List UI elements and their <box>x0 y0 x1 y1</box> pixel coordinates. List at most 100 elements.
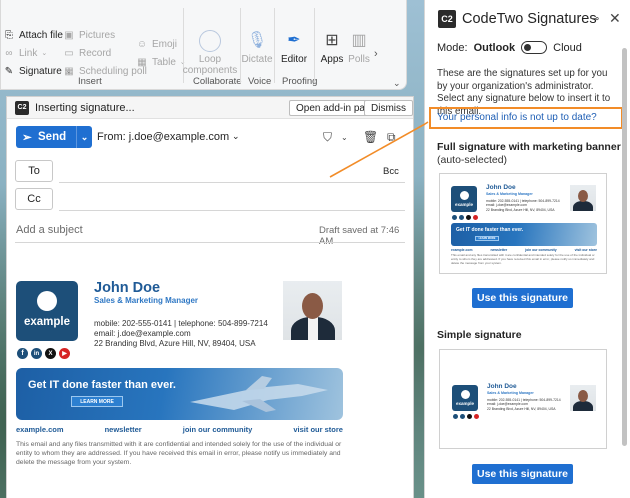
preview-photo <box>570 385 596 411</box>
codetwo-icon: C2 <box>15 100 29 115</box>
pane-scrollbar[interactable] <box>622 48 627 446</box>
send-options-chevron-icon[interactable]: ⌄ <box>76 126 92 148</box>
info-bar-text: Inserting signature... <box>35 101 135 114</box>
microphone-icon: 🎙 <box>246 32 268 49</box>
popout-icon[interactable]: ⧉ <box>387 130 396 145</box>
dictate-button[interactable]: 🎙 Dictate <box>237 30 277 65</box>
discard-trash-icon[interactable]: 🗑 <box>363 130 378 144</box>
cc-button[interactable]: Cc <box>15 188 53 210</box>
addin-info-bar: C2 Inserting signature... Open add-in pa… <box>7 97 413 119</box>
ribbon: ⎘ Attach file ⌄ ∞ Link ⌄ ✎ Signature ⌄ ▣ Pi… <box>0 0 407 90</box>
jet-image <box>190 376 328 412</box>
preview-logo: example <box>451 186 477 212</box>
preview-contact: mobile: 202-555-0141 | telephone: 504-89… <box>486 199 560 212</box>
insert-col-3: ☺ Emoji ▦ Table⌄ <box>136 35 186 71</box>
sig-email-line: email: j.doe@example.com <box>94 329 191 338</box>
sig-link-website[interactable]: example.com <box>16 425 64 434</box>
pictures-button[interactable]: ▣ Pictures <box>63 26 147 44</box>
table-button[interactable]: ▦ Table⌄ <box>136 53 186 71</box>
photo-shirt <box>308 317 318 340</box>
x-icon <box>466 215 471 220</box>
sig-phone-line: mobile: 202-555-0141 | telephone: 504-89… <box>94 319 268 328</box>
mode-outlook-label: Outlook <box>473 41 516 54</box>
insert-col-2: ▣ Pictures ▭ Record ▦ Scheduling poll <box>63 26 147 80</box>
facebook-icon[interactable]: f <box>17 348 28 359</box>
link-icon: ∞ <box>5 47 13 59</box>
sensitivity-chevron-icon[interactable]: ⌄ <box>341 133 348 142</box>
sig-link-store[interactable]: visit our store <box>293 425 343 434</box>
cc-row: Cc <box>7 186 413 212</box>
attach-icon: ⎘ <box>5 29 13 41</box>
picture-icon: ▣ <box>64 29 74 41</box>
sig-role: Sales & Marketing Manager <box>94 296 199 305</box>
send-button[interactable]: ➢ Send ⌄ <box>16 126 92 148</box>
preview-photo <box>570 185 596 211</box>
preview-disclaimer: This email and any files transmitted wit… <box>451 253 595 265</box>
record-icon: ▭ <box>64 47 74 59</box>
calendar-icon: ▦ <box>64 65 74 77</box>
subject-input[interactable]: Add a subject <box>16 224 83 236</box>
mode-cloud-label: Cloud <box>553 41 582 54</box>
loop-icon <box>199 30 221 52</box>
close-icon[interactable]: ✕ <box>609 10 621 27</box>
learn-more-button[interactable]: LEARN MORE <box>71 396 123 407</box>
pane-title: CodeTwo Signatures <box>462 11 597 27</box>
bcc-button[interactable]: Bcc <box>383 166 399 177</box>
preview-role: Sales & Marketing Manager <box>486 192 533 196</box>
x-icon[interactable]: X <box>45 348 56 359</box>
apps-grid-icon: ⊞ <box>325 32 339 49</box>
apps-button[interactable]: ⊞ Apps <box>315 30 349 65</box>
linkedin-icon[interactable]: in <box>31 348 42 359</box>
company-logo: example <box>16 281 78 341</box>
facebook-icon <box>452 215 457 220</box>
preview-social-icons <box>452 215 478 220</box>
mode-toggle[interactable] <box>521 41 548 54</box>
emoji-icon: ☺ <box>136 38 148 50</box>
section-full-subtitle: (auto-selected) <box>437 154 508 166</box>
preview-banner: Get IT done faster than ever. LEARN MORE <box>451 223 597 246</box>
to-row: To Bcc <box>7 158 413 184</box>
draft-status: Draft saved at 7:46 AM <box>319 225 400 247</box>
preview-social-icons <box>453 414 479 419</box>
use-full-signature-button[interactable]: Use this signature <box>472 288 573 308</box>
table-icon: ▦ <box>137 56 147 68</box>
youtube-icon <box>473 215 478 220</box>
ribbon-collapse-icon[interactable]: ⌄ <box>393 78 401 89</box>
mode-label: Mode: <box>437 41 468 54</box>
scheduling-poll-button[interactable]: ▦ Scheduling poll <box>63 62 147 80</box>
x-icon <box>467 414 472 419</box>
section-full-title: Full signature with marketing banner <box>437 141 621 153</box>
banner-text: Get IT done faster than ever. <box>28 379 176 391</box>
use-simple-signature-button[interactable]: Use this signature <box>472 464 573 484</box>
polls-button[interactable]: ▥ Polls <box>345 30 373 65</box>
dismiss-button[interactable]: Dismiss <box>364 100 413 116</box>
codetwo-logo-icon: C2 <box>438 10 456 28</box>
sig-address-line: 22 Branding Blvd, Azure Hill, NV, 89404,… <box>94 339 256 348</box>
insert-group-label: Insert <box>78 76 102 87</box>
from-field[interactable]: From: j.doe@example.com <box>97 131 229 143</box>
ribbon-scroll-right-icon[interactable]: › <box>374 48 378 60</box>
preview-name: John Doe <box>486 184 516 191</box>
send-icon: ➢ <box>22 132 32 144</box>
signature-icon: ✎ <box>4 65 14 77</box>
sig-links: example.com newsletter join our communit… <box>16 425 343 434</box>
full-signature-preview[interactable]: example John Doe Sales & Marketing Manag… <box>439 173 607 274</box>
personal-info-link[interactable]: Your personal info is not up to date? <box>437 112 597 123</box>
facebook-icon <box>453 414 458 419</box>
marketing-banner[interactable]: Get IT done faster than ever. LEARN MORE <box>16 368 343 420</box>
emoji-button[interactable]: ☺ Emoji <box>136 35 186 53</box>
youtube-icon[interactable]: ▶ <box>59 348 70 359</box>
loop-components-button[interactable]: Loop components <box>182 30 238 76</box>
simple-signature-preview[interactable]: example John Doe Sales & Marketing Manag… <box>439 349 607 449</box>
editor-button[interactable]: ✒ Editor <box>273 30 315 65</box>
subject-divider <box>15 242 405 243</box>
to-button[interactable]: To <box>15 160 53 182</box>
record-button[interactable]: ▭ Record <box>63 44 147 62</box>
to-input[interactable] <box>59 182 405 183</box>
sensitivity-shield-icon[interactable]: ⛉ <box>323 130 332 145</box>
cc-input[interactable] <box>59 210 405 211</box>
sig-link-newsletter[interactable]: newsletter <box>105 425 142 434</box>
from-chevron-icon[interactable]: ⌄ <box>232 131 240 142</box>
sig-link-community[interactable]: join our community <box>183 425 253 434</box>
pin-icon[interactable]: ⊸ <box>590 12 599 25</box>
